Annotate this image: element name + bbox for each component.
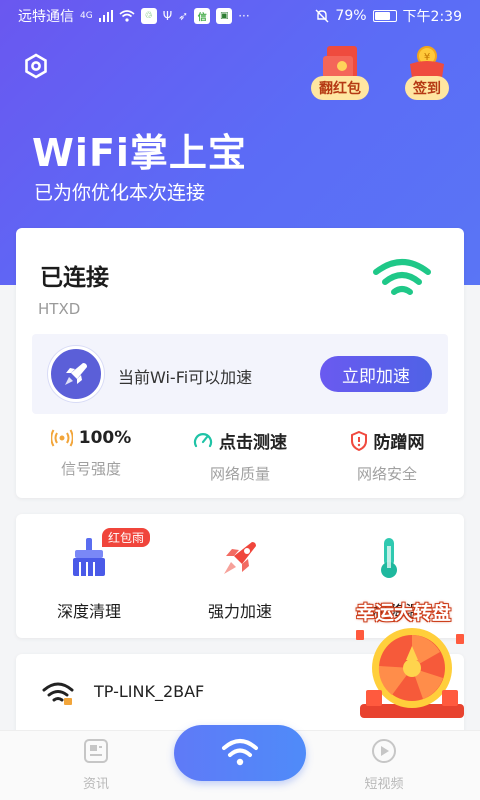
clock: 下午2:39 [402,9,462,25]
settings-button[interactable] [20,50,52,82]
red-envelope-icon [323,46,357,78]
rocket-notify-icon: ➶ [178,9,189,23]
metric-signal[interactable]: 100% 信号强度 [26,428,156,479]
usb-icon: Ψ [162,9,173,23]
tab-news-label: 资讯 [82,777,109,792]
shield-icon [350,430,367,451]
tool-cool-down-icon-wrap [324,534,454,582]
wechat-notify-icon: 信 [194,8,211,24]
tool-deep-clean-label: 深度清理 [56,602,121,621]
boost-rocket-icon [48,346,104,402]
red-packet-button[interactable]: 翻红包 [309,44,371,100]
boost-panel: 当前Wi-Fi可以加速 立即加速 [32,334,448,414]
connection-status: 已连接 [40,265,109,291]
status-left: 远特通信 4G ♲ Ψ ➶ 信 ▣ ··· [18,6,250,26]
coin-pot-icon: ¥ [410,46,444,78]
connected-ssid: HTXD [38,300,81,318]
metric-speedtest[interactable]: 点击测速 网络质量 [175,428,305,484]
tool-boost-icon-wrap [175,534,305,582]
tab-news[interactable]: 资讯 [56,737,136,792]
red-rain-badge: 红包雨 [102,528,151,547]
app-title: WiFi掌上宝 [32,131,247,175]
security-label: 网络安全 [356,465,417,483]
battery-percent: 79% [335,8,367,24]
metric-security-value: 防蹭网 [322,428,452,453]
lucky-wheel-button[interactable]: 幸运大转盘 [352,594,472,720]
thermometer-icon [381,538,397,578]
tool-deep-clean[interactable]: 红包雨 深度清理 [24,528,154,622]
connection-card: 已连接 HTXD 当前Wi-Fi可以加速 立即加速 100% 信号强度 点击测速… [16,228,464,498]
bottom-nav: 资讯 短视频 [0,725,480,800]
speedtest-label: 网络质量 [209,465,270,483]
signal-icon [50,429,73,447]
more-notify-icon: ··· [238,9,250,23]
metric-speedtest-value: 点击测速 [175,428,305,453]
network-type: 4G [80,11,93,21]
boost-hint: 当前Wi-Fi可以加速 [118,368,253,387]
metric-security[interactable]: 防蹭网 网络安全 [322,428,452,484]
anti-leech-value: 防蹭网 [373,433,425,453]
signal-strength-value: 100% [78,428,132,448]
tab-short-video[interactable]: 短视频 [344,737,424,792]
tab-short-video-label: 短视频 [364,777,404,792]
signal-strength-label: 信号强度 [60,460,121,478]
status-bar: 远特通信 4G ♲ Ψ ➶ 信 ▣ ··· 79% 下午2:39 [0,0,480,32]
wifi-tab-icon [222,739,258,766]
checkin-button[interactable]: ¥ 签到 [396,44,458,100]
status-right: 79% 下午2:39 [315,6,462,26]
battery-fill [374,12,390,20]
battery-icon [372,10,397,22]
news-icon [84,739,108,763]
metric-signal-value: 100% [26,428,156,448]
mute-bell-icon [315,9,329,23]
hexagon-settings-icon [25,53,47,79]
network-ssid: TP-LINK_2BAF [94,682,205,701]
speedometer-icon [193,432,213,447]
cell-signal-icon [98,10,113,22]
lucky-wheel-label: 幸运大转盘 [356,602,452,624]
checkin-label: 签到 [405,76,449,100]
red-packet-label: 翻红包 [311,76,369,100]
rocket-icon [224,542,256,574]
play-circle-icon [372,739,396,763]
wifi-locked-icon [42,682,74,710]
carrier-name: 远特通信 [18,9,74,25]
tool-boost[interactable]: 强力加速 [175,534,305,622]
gallery-notify-icon: ▣ [216,8,233,24]
wifi-status-icon [119,10,135,22]
speedtest-value: 点击测速 [219,433,287,453]
red-packet-image [309,44,371,78]
app-subtitle: 已为你优化本次连接 [34,182,206,204]
app-notification-icon: ♲ [140,8,157,24]
wifi-connected-icon [372,258,432,308]
tool-boost-label: 强力加速 [207,602,272,621]
tab-wifi[interactable] [174,725,306,781]
checkin-image: ¥ [396,44,458,78]
tool-deep-clean-icon-wrap: 红包雨 [24,528,154,582]
boost-now-button[interactable]: 立即加速 [320,356,432,392]
